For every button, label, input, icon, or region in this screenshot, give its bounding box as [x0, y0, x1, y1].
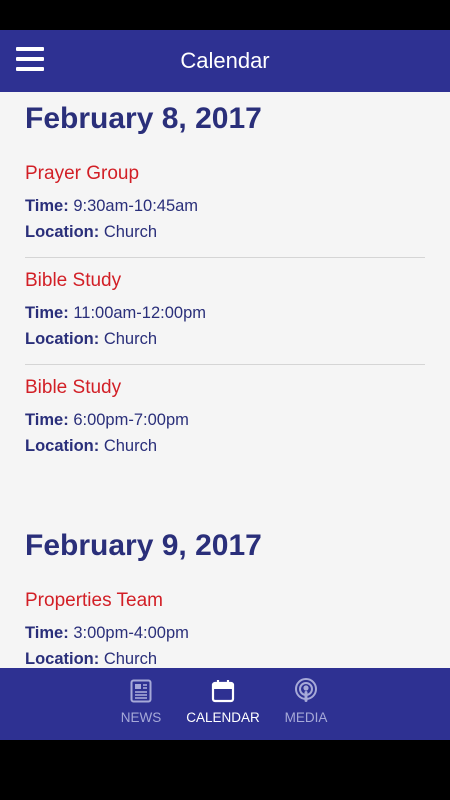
event-item[interactable]: Properties Team Time: 3:00pm-4:00pm Loca… [25, 578, 425, 668]
event-title: Bible Study [25, 377, 122, 398]
date-heading: February 8, 2017 [25, 102, 262, 135]
event-title: Properties Team [25, 590, 163, 611]
nav-news-label: NEWS [120, 710, 162, 725]
location-value: Church [103, 223, 158, 241]
page-title: Calendar [180, 48, 270, 73]
day-spacer [25, 471, 425, 519]
event-time: Time: 9:30am-10:45am [25, 193, 425, 219]
calendar-icon [178, 678, 268, 704]
time-value: 11:00am-12:00pm [73, 304, 207, 322]
location-value: Church [103, 650, 158, 668]
location-value: Church [103, 330, 158, 348]
nav-calendar[interactable]: CALENDAR [178, 678, 268, 725]
time-value: 3:00pm-4:00pm [73, 624, 189, 642]
nav-media[interactable]: MEDIA [261, 678, 351, 725]
event-time: Time: 11:00am-12:00pm [25, 300, 425, 326]
event-location: Location: Church [25, 326, 425, 352]
time-value: 9:30am-10:45am [73, 197, 199, 215]
newspaper-icon [96, 678, 186, 704]
podcast-icon [261, 678, 351, 704]
event-location: Location: Church [25, 646, 425, 668]
event-title: Bible Study [25, 270, 122, 291]
bottom-nav: NEWS CALENDAR MEDIA [0, 668, 450, 740]
nav-calendar-label: CALENDAR [186, 710, 260, 725]
nav-news[interactable]: NEWS [96, 678, 186, 725]
event-time: Time: 3:00pm-4:00pm [25, 620, 425, 646]
time-label: Time: [25, 197, 69, 215]
location-value: Church [103, 437, 158, 455]
event-location: Location: Church [25, 219, 425, 245]
system-nav-bar [0, 740, 450, 800]
location-label: Location: [25, 330, 100, 348]
time-label: Time: [25, 411, 69, 429]
time-label: Time: [25, 304, 69, 322]
calendar-list[interactable]: February 8, 2017 Prayer Group Time: 9:30… [0, 92, 450, 668]
time-value: 6:00pm-7:00pm [73, 411, 189, 429]
event-item[interactable]: Prayer Group Time: 9:30am-10:45am Locati… [25, 151, 425, 257]
event-time: Time: 6:00pm-7:00pm [25, 407, 425, 433]
nav-media-label: MEDIA [284, 710, 328, 725]
event-location: Location: Church [25, 433, 425, 459]
event-title: Prayer Group [25, 163, 140, 184]
location-label: Location: [25, 650, 100, 668]
app-bar: Calendar [0, 30, 450, 92]
time-label: Time: [25, 624, 69, 642]
location-label: Location: [25, 437, 100, 455]
status-bar [0, 0, 450, 30]
date-heading: February 9, 2017 [25, 529, 262, 562]
location-label: Location: [25, 223, 100, 241]
event-item[interactable]: Bible Study Time: 6:00pm-7:00pm Location… [25, 364, 425, 471]
event-item[interactable]: Bible Study Time: 11:00am-12:00pm Locati… [25, 257, 425, 364]
